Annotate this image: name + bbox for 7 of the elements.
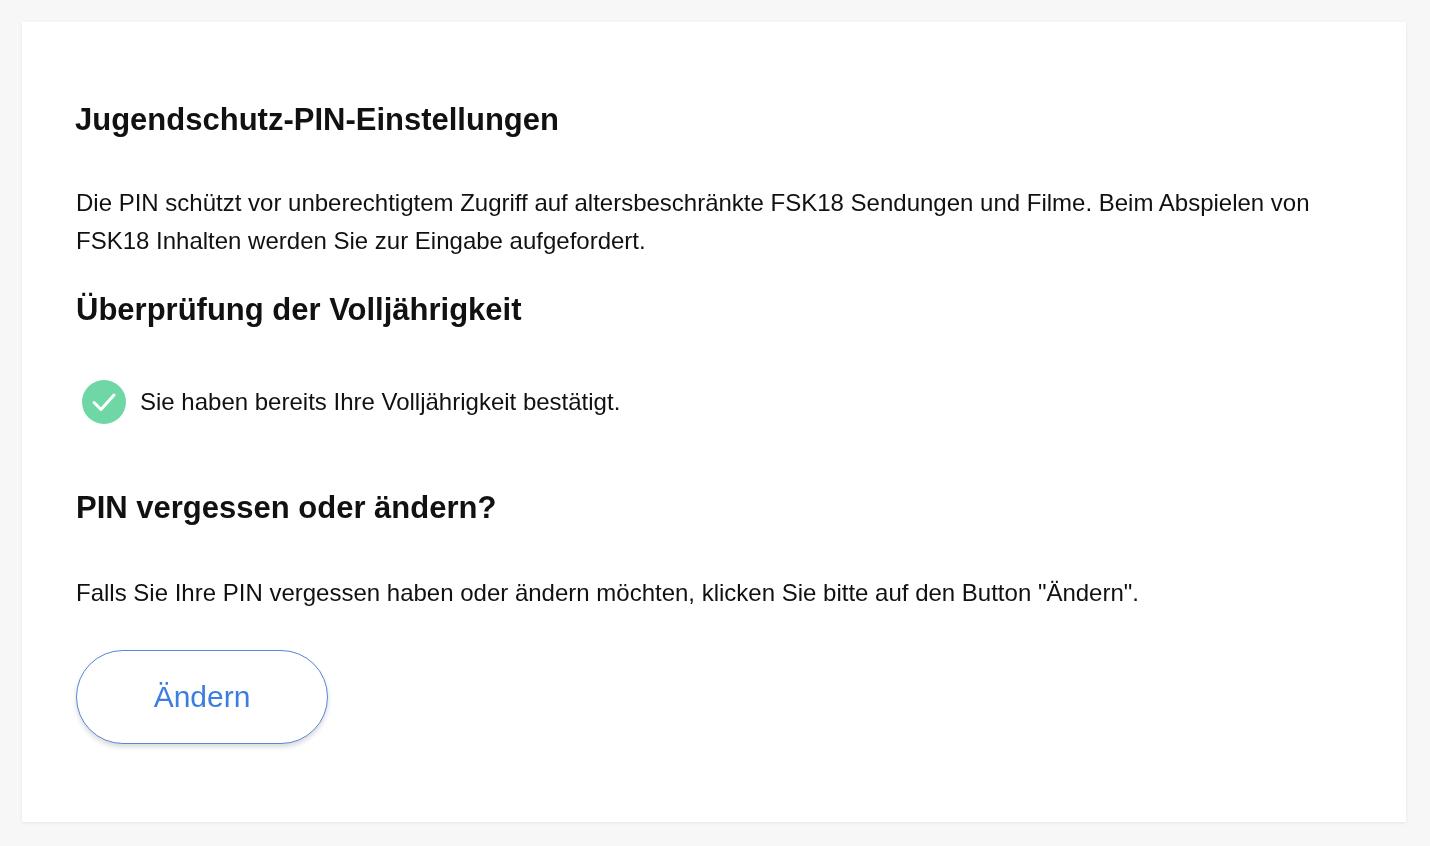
change-button[interactable]: Ändern	[76, 650, 328, 744]
pin-instructions: Falls Sie Ihre PIN vergessen haben oder ändern möchten, klicken Sie bitte auf den Button "Ändern".	[76, 578, 1140, 608]
intro-paragraph: Die PIN schützt vor unberechtigtem Zugriff auf altersbeschränkte FSK18 Sendungen und Filme. Beim Abspielen von FSK18 Inhalten werden Sie zur Eingabe aufgefordert.	[76, 188, 1311, 256]
section-heading: PIN vergessen oder ändern?	[76, 489, 498, 527]
status-message: Sie haben bereits Ihre Volljährigkeit bestätigt.	[140, 388, 621, 416]
page-title: Jugendschutz-PIN-Einstellungen	[75, 101, 560, 139]
section-heading: Überprüfung der Volljährigkeit	[76, 291, 523, 329]
